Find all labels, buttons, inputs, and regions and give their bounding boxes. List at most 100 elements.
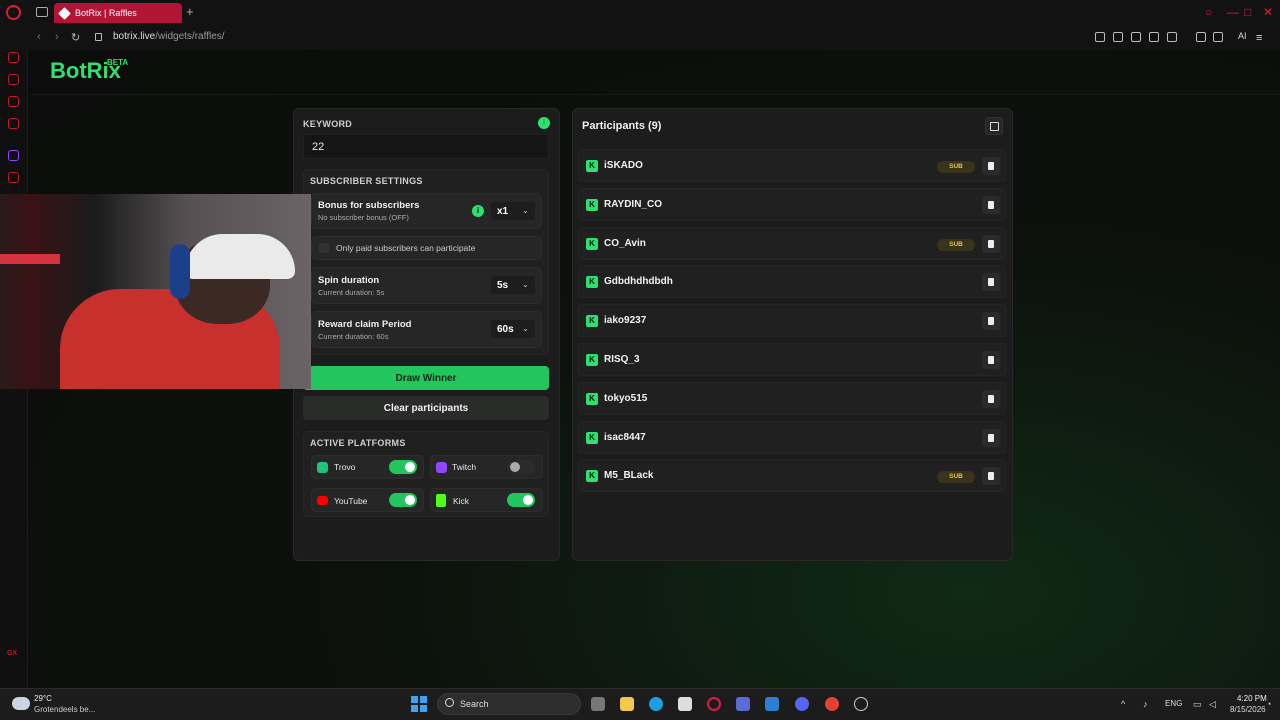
new-tab-icon[interactable]: + xyxy=(186,4,194,19)
sub-badge: SUB xyxy=(937,161,975,173)
bonus-title: Bonus for subscribers xyxy=(318,200,420,211)
lock-icon[interactable] xyxy=(95,33,102,41)
participant-row: K M5_BLack SUB xyxy=(578,459,1006,493)
network-icon[interactable]: ▭ xyxy=(1193,699,1202,710)
delete-participant-icon[interactable] xyxy=(982,389,1000,408)
sidebar-messenger-icon[interactable] xyxy=(8,96,19,107)
gx-control-icon[interactable]: GX xyxy=(7,650,17,657)
subscriber-settings-label: SUBSCRIBER SETTINGS xyxy=(310,176,423,186)
discord-icon[interactable] xyxy=(795,697,809,711)
app-icon[interactable] xyxy=(736,697,750,711)
participant-row: K Gdbdhdhdbdh xyxy=(578,265,1006,299)
sidebar-history-icon[interactable] xyxy=(8,52,19,63)
sidebar-cleaner-icon[interactable] xyxy=(8,118,19,129)
language-indicator[interactable]: ENG xyxy=(1165,699,1182,708)
delete-participant-icon[interactable] xyxy=(982,351,1000,369)
platform-youtube-label: YouTube xyxy=(334,496,368,506)
spin-value: 5s xyxy=(497,280,509,291)
back-icon[interactable]: ‹ xyxy=(37,31,41,43)
volume-icon[interactable]: ◁ xyxy=(1209,699,1216,710)
participant-name: iSKADO xyxy=(604,160,643,171)
botrix-favicon-icon xyxy=(58,6,71,20)
webcam-person-cap xyxy=(185,234,295,279)
reward-title: Reward claim Period xyxy=(318,319,412,330)
chevron-down-icon: ⌄ xyxy=(522,206,529,215)
url-field[interactable]: botrix.live/widgets/raffles/ xyxy=(113,31,225,42)
url-path: /widgets/raffles/ xyxy=(155,31,225,42)
maximize-icon[interactable]: □ xyxy=(1244,5,1251,19)
close-window-icon[interactable]: ✕ xyxy=(1263,5,1273,19)
minimize-icon[interactable]: — xyxy=(1227,5,1239,19)
reward-subtitle: Current duration: 60s xyxy=(318,332,389,341)
youtube-icon xyxy=(317,496,328,505)
clock-time[interactable]: 4:20 PM xyxy=(1237,694,1267,703)
copy-icon[interactable] xyxy=(985,117,1003,135)
delete-participant-icon[interactable] xyxy=(982,157,1000,175)
webcam-light xyxy=(0,254,60,264)
search-tabs-icon[interactable]: ○ xyxy=(1205,5,1212,19)
kick-icon: K xyxy=(586,276,598,289)
sidebar-discord-icon[interactable] xyxy=(8,172,19,183)
twitch-icon xyxy=(436,462,447,473)
app-icon[interactable] xyxy=(854,697,868,711)
paid-only-checkbox[interactable] xyxy=(319,243,329,253)
weather-temp[interactable]: 29°C xyxy=(34,694,52,703)
download-icon[interactable] xyxy=(1213,32,1223,42)
edge-icon[interactable] xyxy=(649,697,663,711)
participant-row: Kisac8447 xyxy=(578,420,1006,454)
keyword-input[interactable] xyxy=(303,134,549,159)
paid-only-label: Only paid subscribers can participate xyxy=(336,243,476,253)
reload-icon[interactable]: ↻ xyxy=(71,31,80,44)
heart-icon[interactable] xyxy=(1167,32,1177,42)
kick-icon: K xyxy=(586,237,598,250)
windows-taskbar xyxy=(0,688,1280,720)
twitch-toggle[interactable] xyxy=(507,460,535,474)
tray-overflow-icon[interactable]: ^ xyxy=(1121,699,1125,709)
microphone-icon[interactable]: ♪ xyxy=(1143,699,1148,709)
task-view-icon[interactable] xyxy=(591,697,605,711)
chrome-icon[interactable] xyxy=(825,697,839,711)
delete-participant-icon[interactable] xyxy=(982,234,1000,253)
file-explorer-icon[interactable] xyxy=(620,697,634,711)
snapshot-icon[interactable] xyxy=(1113,32,1123,42)
store-icon[interactable] xyxy=(678,697,692,711)
delete-participant-icon[interactable] xyxy=(982,312,1000,331)
weather-cloud-icon[interactable] xyxy=(12,697,30,710)
clear-participants-button[interactable]: Clear participants xyxy=(303,396,549,420)
bookmark-icon[interactable] xyxy=(1095,32,1105,42)
tab-title: BotRix | Raffles xyxy=(75,8,137,18)
delete-participant-icon[interactable] xyxy=(982,428,1000,447)
participant-name: M5_BLack xyxy=(604,470,654,482)
notification-icon[interactable]: ◔ xyxy=(1266,699,1271,709)
weather-desc[interactable]: Grotendeels be... xyxy=(34,705,95,714)
windows-start-icon[interactable] xyxy=(411,696,427,712)
delete-participant-icon[interactable] xyxy=(982,273,1000,292)
tab-botrix-raffles[interactable]: BotRix | Raffles xyxy=(54,3,182,23)
adblock-icon[interactable] xyxy=(1131,32,1141,42)
tab-menu-icon[interactable] xyxy=(36,7,48,17)
delete-participant-icon[interactable] xyxy=(982,467,1000,486)
aria-ai-button[interactable]: AI xyxy=(1238,31,1247,41)
forward-icon[interactable]: › xyxy=(55,31,59,43)
sidebar-twitch-icon[interactable] xyxy=(8,150,19,161)
sidebar-store-icon[interactable] xyxy=(8,74,19,85)
delete-participant-icon[interactable] xyxy=(982,195,1000,214)
trovo-toggle[interactable] xyxy=(389,460,417,474)
clock-date[interactable]: 8/15/2026 xyxy=(1230,705,1266,714)
participant-name: Gdbdhdhdbdh xyxy=(604,276,673,288)
draw-winner-button[interactable]: Draw Winner xyxy=(303,366,549,390)
url-host: botrix.live xyxy=(113,31,156,42)
taskbar-search[interactable] xyxy=(437,693,581,715)
sub-badge: SUB xyxy=(937,471,975,484)
info-icon[interactable]: i xyxy=(538,117,550,129)
player-icon[interactable] xyxy=(1149,32,1159,42)
menu-icon[interactable]: ≡ xyxy=(1256,32,1262,44)
profile-icon[interactable] xyxy=(1196,32,1206,42)
youtube-toggle[interactable] xyxy=(389,493,417,507)
opera-gx-logo-icon[interactable] xyxy=(6,5,21,20)
app-icon[interactable] xyxy=(765,697,779,711)
kick-toggle[interactable] xyxy=(507,493,535,507)
bonus-info-icon[interactable]: i xyxy=(472,205,484,217)
opera-gx-taskbar-icon[interactable] xyxy=(707,697,721,711)
participant-name: iako9237 xyxy=(604,315,647,327)
